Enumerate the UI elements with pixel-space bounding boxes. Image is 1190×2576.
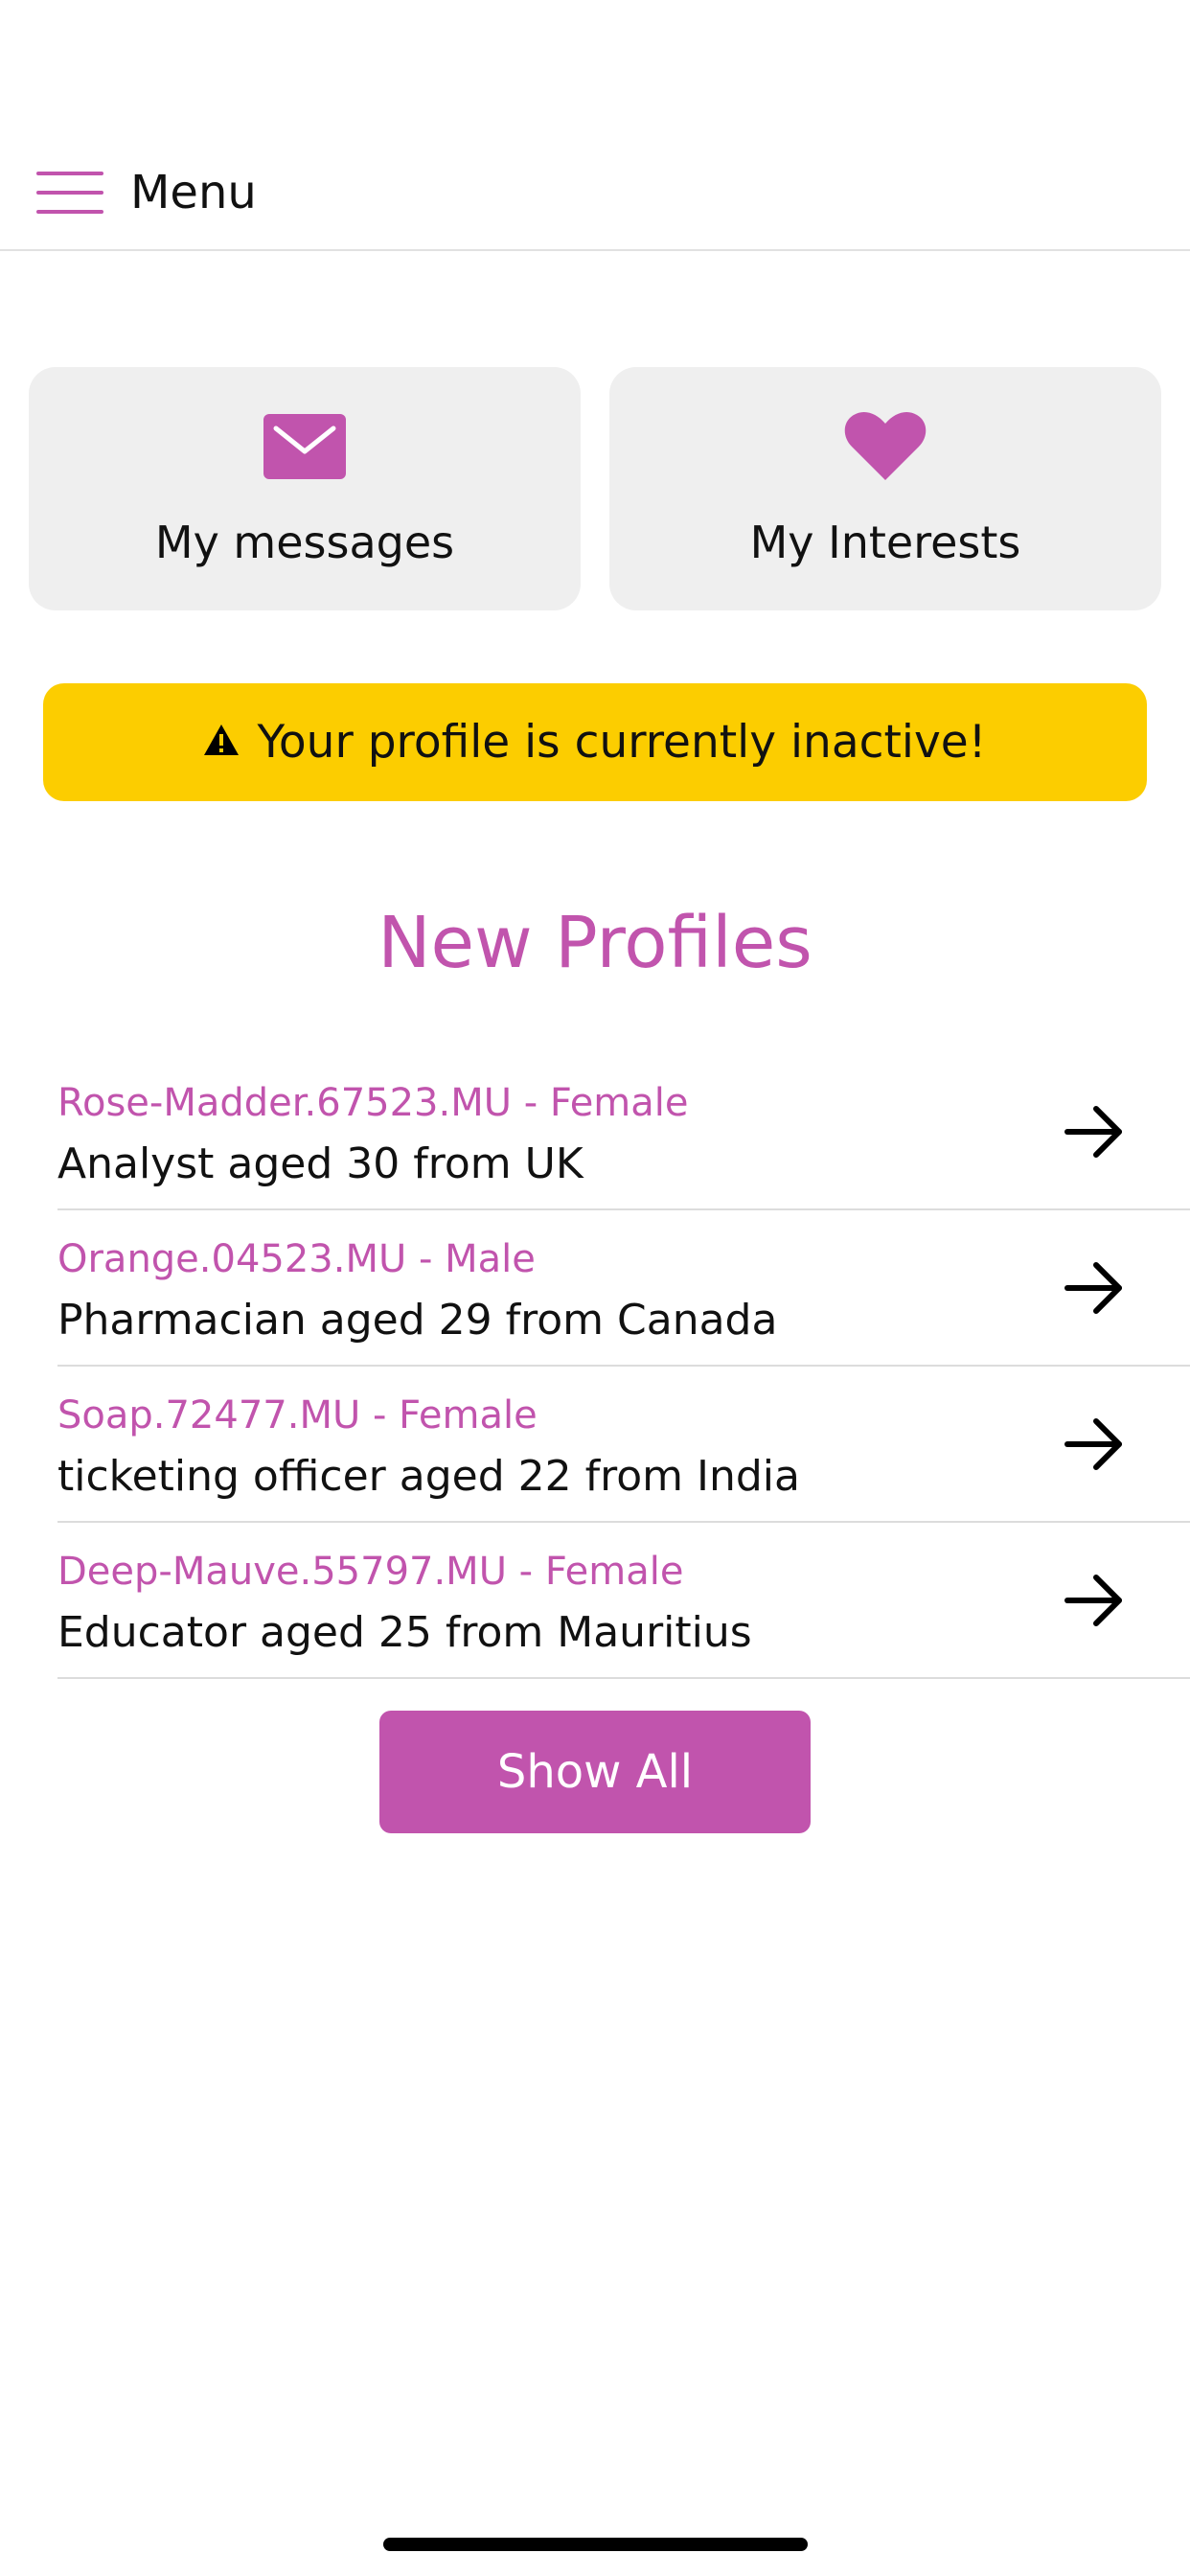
warning-icon: [204, 724, 240, 755]
arrow-right-icon[interactable]: [1064, 1105, 1125, 1159]
app-header: Menu: [0, 0, 1190, 251]
home-indicator[interactable]: [383, 2538, 808, 2551]
new-profiles-title: New Profiles: [378, 902, 812, 984]
heart-icon: [844, 412, 927, 480]
profile-name: Soap.72477.MU - Female: [57, 1393, 538, 1438]
profile-name: Orange.04523.MU - Male: [57, 1237, 536, 1281]
arrow-right-icon[interactable]: [1064, 1574, 1125, 1627]
inactive-profile-alert: Your profile is currently inactive!: [43, 683, 1147, 801]
arrow-right-icon[interactable]: [1064, 1417, 1125, 1471]
menu-label: Menu: [130, 166, 257, 219]
arrow-right-icon[interactable]: [1064, 1261, 1125, 1315]
profile-list: Rose-Madder.67523.MU - Female Analyst ag…: [57, 1054, 1190, 1679]
profile-row[interactable]: Deep-Mauve.55797.MU - Female Educator ag…: [57, 1523, 1190, 1679]
my-interests-label: My Interests: [749, 517, 1021, 568]
show-all-button[interactable]: Show All: [379, 1711, 811, 1833]
my-messages-card[interactable]: My messages: [29, 367, 581, 610]
envelope-icon: [263, 414, 346, 479]
profile-description: Educator aged 25 from Mauritius: [57, 1608, 752, 1657]
alert-text: Your profile is currently inactive!: [257, 716, 987, 769]
profile-description: ticketing officer aged 22 from India: [57, 1452, 800, 1501]
my-interests-card[interactable]: My Interests: [609, 367, 1161, 610]
profile-description: Pharmacian aged 29 from Canada: [57, 1296, 778, 1345]
hamburger-icon: [36, 172, 103, 214]
profile-row[interactable]: Orange.04523.MU - Male Pharmacian aged 2…: [57, 1210, 1190, 1367]
profile-row[interactable]: Soap.72477.MU - Female ticketing officer…: [57, 1367, 1190, 1523]
my-messages-label: My messages: [154, 517, 455, 568]
profile-description: Analyst aged 30 from UK: [57, 1139, 584, 1188]
profile-name: Rose-Madder.67523.MU - Female: [57, 1081, 689, 1125]
menu-button[interactable]: Menu: [36, 159, 257, 226]
profile-name: Deep-Mauve.55797.MU - Female: [57, 1550, 684, 1594]
profile-row[interactable]: Rose-Madder.67523.MU - Female Analyst ag…: [57, 1054, 1190, 1210]
